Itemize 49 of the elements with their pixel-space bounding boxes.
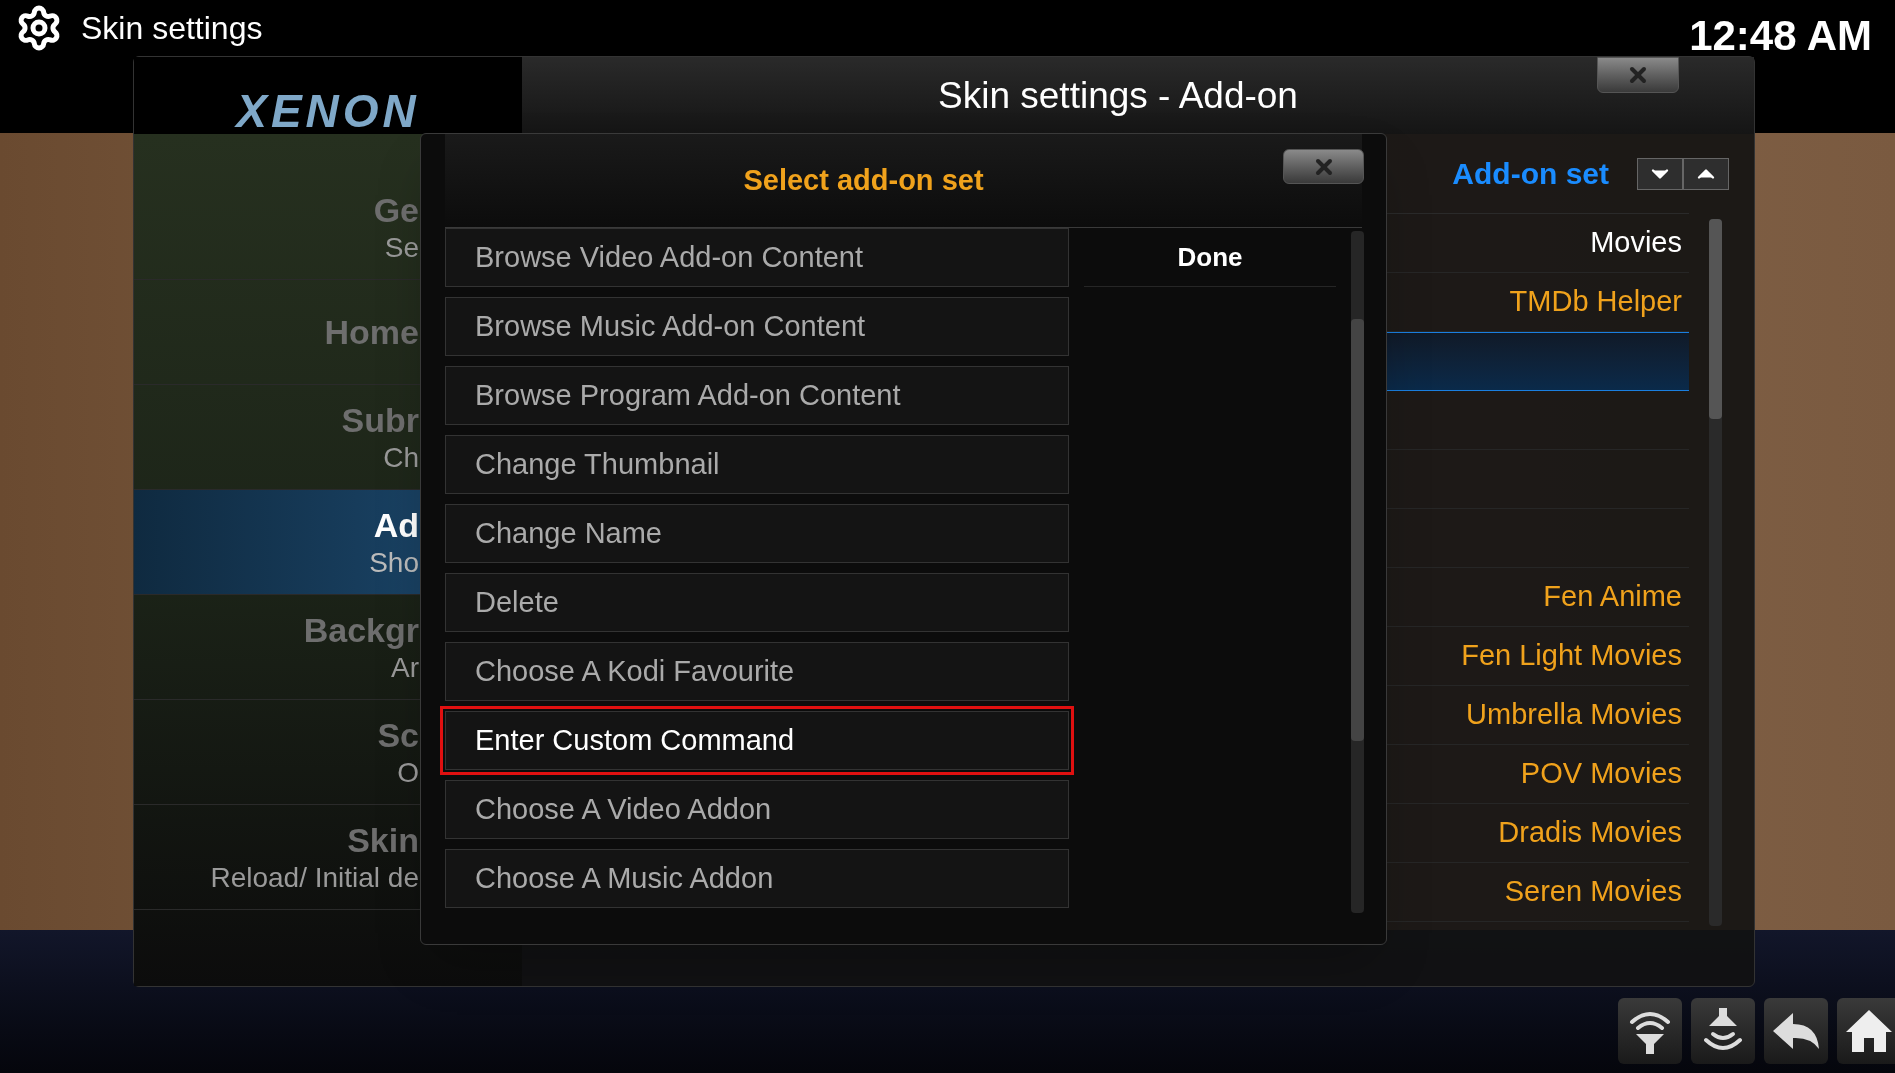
menu-item[interactable]: Choose A Video Addon	[445, 780, 1069, 839]
audio-button[interactable]	[1691, 998, 1755, 1064]
sidebar-item-title: Backgr	[303, 610, 419, 651]
logo: XENON	[236, 88, 420, 134]
close-button[interactable]	[1597, 57, 1679, 93]
sidebar-item-subtitle: Ar	[391, 651, 419, 685]
list-row-label: Dradis Movies	[1498, 815, 1682, 851]
sidebar-item-title: Home	[324, 312, 419, 353]
move-up-button[interactable]	[1683, 157, 1729, 190]
home-icon	[1844, 1008, 1894, 1054]
home-button[interactable]	[1837, 998, 1895, 1064]
menu-item[interactable]: Browse Music Add-on Content	[445, 297, 1069, 356]
list-row-label: Fen Anime	[1543, 579, 1682, 615]
done-button[interactable]: Done	[1084, 228, 1336, 287]
sidebar-item-title: Sc	[377, 715, 419, 756]
menu-item[interactable]: Choose A Kodi Favourite	[445, 642, 1069, 701]
dialog-title: Select add-on set	[743, 162, 985, 198]
sidebar-item-title: Ad	[373, 505, 419, 546]
list-row-label: POV Movies	[1520, 756, 1682, 792]
sidebar-item-subtitle: Ch	[383, 441, 419, 475]
close-button[interactable]	[1283, 149, 1364, 184]
menu-item[interactable]: Delete	[445, 573, 1069, 632]
list-row-label: Umbrella Movies	[1466, 697, 1682, 733]
sidebar-item-subtitle: Sho	[369, 546, 419, 580]
scrollbar[interactable]	[1709, 219, 1722, 926]
menu-item[interactable]: Change Name	[445, 504, 1069, 563]
clock: 12:48 AM	[1689, 11, 1873, 61]
sidebar-item-title: Ge	[373, 190, 419, 231]
list-row-label: Seren Movies	[1504, 874, 1682, 910]
back-button[interactable]	[1764, 998, 1828, 1064]
menu-item[interactable]: Browse Program Add-on Content	[445, 366, 1069, 425]
sidebar-item-subtitle: Reload/ Initial de	[210, 861, 419, 895]
menu-item[interactable]: Change Thumbnail	[445, 435, 1069, 494]
sidebar-item-subtitle: Se	[384, 231, 419, 265]
dialog-scrollbar[interactable]	[1351, 231, 1364, 913]
list-row-label: Movies	[1590, 225, 1682, 261]
window-title: Skin settings - Add-on	[938, 73, 1299, 118]
list-row-label: Fen Light Movies	[1461, 638, 1682, 674]
list-row-label: TMDb Helper	[1509, 284, 1682, 320]
back-arrow-icon	[1771, 1011, 1821, 1051]
menu-item[interactable]: Browse Video Add-on Content	[445, 228, 1069, 287]
page-title: Skin settings	[81, 9, 263, 48]
sidebar-item-title: Subr	[341, 400, 419, 441]
sidebar-item-subtitle: O	[397, 756, 419, 790]
list-header: Add-on set	[1452, 156, 1609, 192]
move-down-button[interactable]	[1637, 157, 1683, 190]
sidebar-item-title: Skin	[347, 820, 419, 861]
network-button[interactable]	[1618, 998, 1682, 1064]
menu-item[interactable]: Choose A Music Addon	[445, 849, 1069, 908]
